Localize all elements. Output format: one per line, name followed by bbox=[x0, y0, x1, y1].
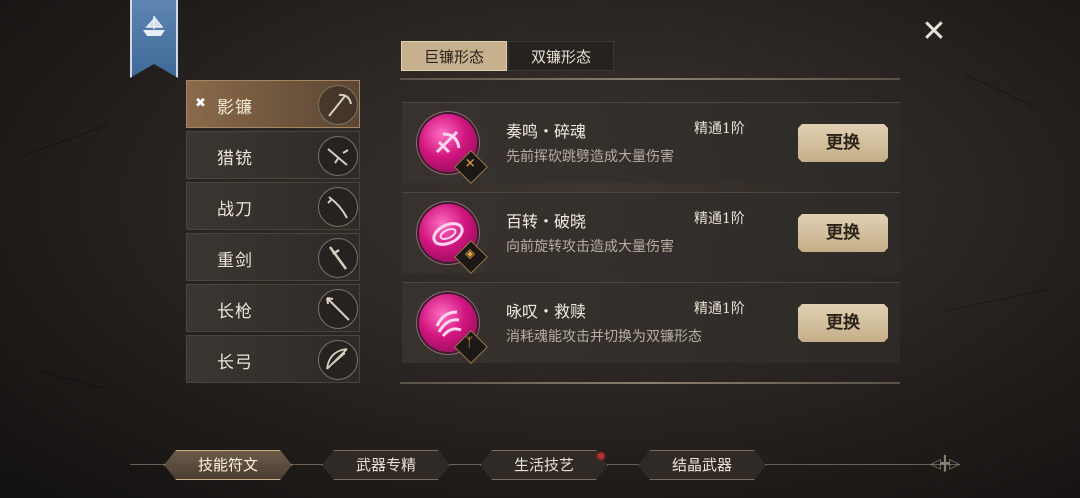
weapon-item-bow[interactable]: 长弓 bbox=[186, 335, 360, 383]
ornament-icon: ◁╋▷ bbox=[930, 456, 960, 472]
replace-button[interactable]: 更换 bbox=[798, 124, 888, 162]
skill-description: 先前挥砍跳劈造成大量伤害 bbox=[506, 149, 674, 165]
gun-icon bbox=[318, 136, 358, 176]
bow-icon bbox=[318, 340, 358, 380]
greatsword-icon bbox=[318, 238, 358, 278]
tab-life-skills[interactable]: 生活技艺 bbox=[480, 450, 608, 480]
divider bbox=[400, 382, 900, 384]
replace-button[interactable]: 更换 bbox=[798, 214, 888, 252]
weapon-label: 长弓 bbox=[217, 353, 253, 373]
tab-dual-scythe-form[interactable]: 双镰形态 bbox=[508, 41, 614, 71]
weapon-item-gun[interactable]: 猎铳 bbox=[186, 131, 360, 179]
skill-row: ᛉ 咏叹・救赎 消耗魂能攻击并切换为双镰形态 精通1阶 更换 bbox=[402, 282, 900, 364]
blade-icon bbox=[318, 187, 358, 227]
weapon-item-blade[interactable]: 战刀 bbox=[186, 182, 360, 230]
skill-name: 咏叹・救赎 bbox=[506, 302, 587, 321]
weapon-label: 重剑 bbox=[217, 251, 253, 271]
guild-banner bbox=[130, 0, 178, 78]
scythe-icon bbox=[318, 85, 358, 125]
skill-description: 消耗魂能攻击并切换为双镰形态 bbox=[506, 329, 702, 345]
weapon-item-greatsword[interactable]: 重剑 bbox=[186, 233, 360, 281]
skill-level: 精通1阶 bbox=[694, 211, 745, 227]
weapon-item-spear[interactable]: 长枪 bbox=[186, 284, 360, 332]
skill-name: 百转・破晓 bbox=[506, 212, 587, 231]
divider bbox=[400, 78, 900, 80]
tab-weapon-mastery[interactable]: 武器专精 bbox=[322, 450, 450, 480]
weapon-label: 猎铳 bbox=[217, 149, 253, 169]
weapon-label: 长枪 bbox=[217, 302, 253, 322]
tab-skill-runes[interactable]: 技能符文 bbox=[164, 450, 292, 480]
tab-crystal-weapon[interactable]: 结晶武器 bbox=[638, 450, 766, 480]
skill-level: 精通1阶 bbox=[694, 301, 745, 317]
skill-level: 精通1阶 bbox=[694, 121, 745, 137]
skill-name: 奏鸣・碎魂 bbox=[506, 122, 587, 141]
skill-row: ◈ 百转・破晓 向前旋转攻击造成大量伤害 精通1阶 更换 bbox=[402, 192, 900, 274]
replace-button[interactable]: 更换 bbox=[798, 304, 888, 342]
selected-mark-icon: ✖ bbox=[195, 96, 206, 111]
skill-description: 向前旋转攻击造成大量伤害 bbox=[506, 239, 674, 255]
notification-dot bbox=[598, 453, 604, 459]
ship-emblem-icon bbox=[143, 16, 165, 36]
weapon-list: ✖ 影镰 猎铳 战刀 重剑 长枪 长弓 bbox=[186, 80, 360, 386]
weapon-label: 战刀 bbox=[217, 200, 253, 220]
tab-great-scythe-form[interactable]: 巨镰形态 bbox=[401, 41, 507, 71]
close-icon[interactable]: ✕ bbox=[920, 17, 948, 47]
skill-row: ✕ 奏鸣・碎魂 先前挥砍跳劈造成大量伤害 精通1阶 更换 bbox=[402, 102, 900, 184]
weapon-label: 影镰 bbox=[217, 98, 253, 118]
spear-icon bbox=[318, 289, 358, 329]
weapon-item-scythe[interactable]: ✖ 影镰 bbox=[186, 80, 360, 128]
